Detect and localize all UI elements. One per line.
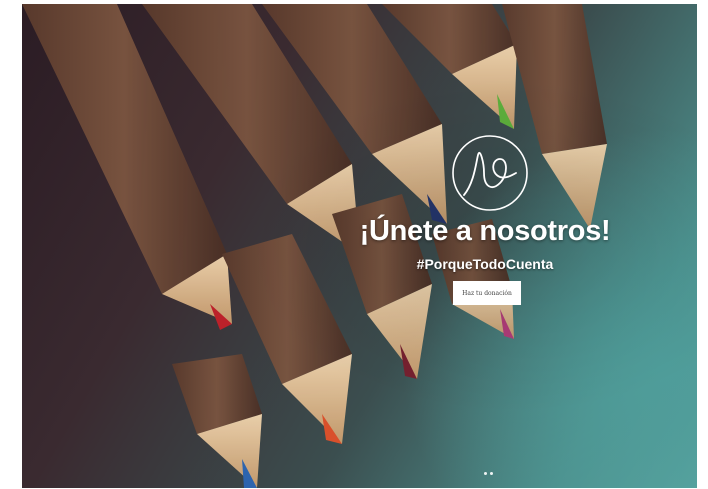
hero-headline: ¡Únete a nosotros! bbox=[359, 215, 611, 247]
hero-hashtag: #PorqueTodoCuenta bbox=[416, 256, 554, 272]
donate-button[interactable]: Haz tu donación bbox=[453, 281, 521, 305]
swirl-logo-icon bbox=[452, 135, 528, 211]
slide-dot[interactable] bbox=[490, 472, 493, 475]
slider-pagination bbox=[484, 472, 493, 475]
slide-dot[interactable] bbox=[484, 472, 487, 475]
